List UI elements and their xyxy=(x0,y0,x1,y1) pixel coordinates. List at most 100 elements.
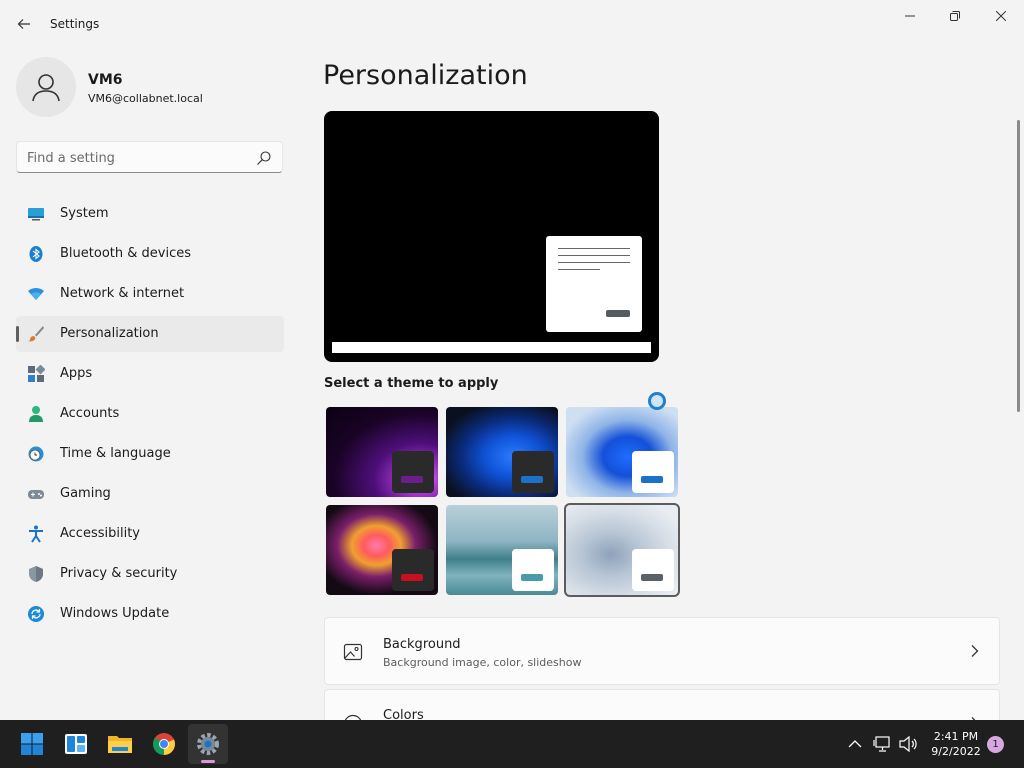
theme-glow[interactable] xyxy=(326,407,438,497)
themes-heading: Select a theme to apply xyxy=(324,376,499,391)
settings-window: Settings VM6 VM6@collabnet.local System … xyxy=(0,0,1024,720)
back-button[interactable] xyxy=(12,12,36,36)
close-icon xyxy=(996,11,1006,21)
taskbar-clock[interactable]: 2:41 PM 9/2/2022 xyxy=(926,729,986,759)
start-button[interactable] xyxy=(12,724,52,764)
accent-bar xyxy=(641,574,663,581)
theme-flow[interactable] xyxy=(564,503,680,597)
chevron-right-icon xyxy=(971,645,979,657)
sidebar-item-label: System xyxy=(60,206,109,221)
loading-spinner-icon xyxy=(648,392,666,410)
settings-icon xyxy=(197,733,219,755)
sidebar-item-label: Accessibility xyxy=(60,526,140,541)
sidebar-item-label: Time & language xyxy=(60,446,171,461)
theme-swatch xyxy=(632,549,674,591)
card-title: Colors xyxy=(383,708,424,720)
clock-date: 9/2/2022 xyxy=(931,745,981,758)
sidebar-item-apps[interactable]: Apps xyxy=(16,356,284,392)
theme-preview xyxy=(324,111,659,362)
theme-windows-light[interactable] xyxy=(566,407,678,497)
sidebar-item-gaming[interactable]: Gaming xyxy=(16,476,284,512)
sidebar-item-privacy[interactable]: Privacy & security xyxy=(16,556,284,592)
chrome-button[interactable] xyxy=(144,724,184,764)
theme-swatch xyxy=(632,451,674,493)
clock-time: 2:41 PM xyxy=(933,730,979,743)
notification-badge[interactable]: 1 xyxy=(987,736,1004,753)
preview-text-line xyxy=(558,255,630,256)
sidebar-item-network[interactable]: Network & internet xyxy=(16,276,284,312)
network-icon[interactable] xyxy=(873,734,893,754)
search-box[interactable] xyxy=(16,141,283,173)
sidebar-item-windows-update[interactable]: Windows Update xyxy=(16,596,284,632)
theme-captured-motion[interactable] xyxy=(326,505,438,595)
sidebar-item-time-language[interactable]: Time & language xyxy=(16,436,284,472)
chrome-icon xyxy=(152,733,175,755)
shield-icon xyxy=(29,566,43,582)
bluetooth-icon xyxy=(29,246,43,262)
user-name: VM6 xyxy=(88,72,123,88)
theme-windows-dark[interactable] xyxy=(446,407,558,497)
wifi-icon xyxy=(28,287,44,300)
preview-window xyxy=(546,236,642,332)
search-icon[interactable] xyxy=(256,150,272,166)
colors-setting-card[interactable]: Colors xyxy=(324,689,1000,720)
vertical-scrollbar[interactable] xyxy=(1017,120,1020,412)
sidebar-item-label: Bluetooth & devices xyxy=(60,246,191,261)
chevron-up-icon[interactable] xyxy=(845,734,865,754)
window-title: Settings xyxy=(50,17,100,31)
theme-swatch xyxy=(392,451,434,493)
page-title: Personalization xyxy=(323,60,528,91)
maximize-button[interactable] xyxy=(932,0,978,32)
accessibility-icon xyxy=(29,525,43,543)
sidebar-item-label: Apps xyxy=(60,366,93,381)
system-icon xyxy=(28,208,44,221)
person-icon xyxy=(32,74,60,102)
accent-bar xyxy=(521,574,543,581)
sidebar-item-system[interactable]: System xyxy=(16,196,284,232)
back-arrow-icon xyxy=(17,19,30,29)
theme-sunrise[interactable] xyxy=(446,505,558,595)
preview-taskbar xyxy=(332,342,651,353)
accent-bar xyxy=(521,476,543,483)
preview-text-line xyxy=(558,269,600,270)
taskbar: 2:41 PM 9/2/2022 xyxy=(0,720,1024,768)
picture-icon xyxy=(343,643,363,661)
windows-update-icon xyxy=(28,606,44,622)
card-subtitle: Background image, color, slideshow xyxy=(383,656,582,669)
selection-indicator xyxy=(16,326,19,342)
gamepad-icon xyxy=(28,490,44,499)
sidebar-item-label: Network & internet xyxy=(60,286,185,301)
start-icon xyxy=(21,733,43,755)
widgets-icon xyxy=(65,734,87,754)
theme-swatch xyxy=(392,549,434,591)
sidebar-item-label: Privacy & security xyxy=(60,566,178,581)
avatar[interactable] xyxy=(16,57,76,117)
close-button[interactable] xyxy=(978,0,1024,32)
sidebar-item-label: Personalization xyxy=(60,326,159,341)
background-setting-card[interactable]: Background Background image, color, slid… xyxy=(324,617,1000,685)
sidebar-item-label: Gaming xyxy=(60,486,111,501)
title-bar: Settings xyxy=(0,0,1024,48)
apps-icon xyxy=(28,365,45,382)
user-email: VM6@collabnet.local xyxy=(88,92,203,105)
widgets-button[interactable] xyxy=(56,724,96,764)
sidebar-item-label: Windows Update xyxy=(60,606,170,621)
sidebar-item-accessibility[interactable]: Accessibility xyxy=(16,516,284,552)
sidebar-item-accounts[interactable]: Accounts xyxy=(16,396,284,432)
preview-text-line xyxy=(558,262,630,263)
volume-icon[interactable] xyxy=(898,734,918,754)
minimize-button[interactable] xyxy=(887,0,933,32)
accent-bar xyxy=(401,574,423,581)
file-explorer-icon xyxy=(108,736,132,753)
sidebar-item-bluetooth[interactable]: Bluetooth & devices xyxy=(16,236,284,272)
theme-grid xyxy=(324,405,684,597)
theme-swatch xyxy=(512,451,554,493)
preview-button xyxy=(606,310,630,317)
minimize-icon xyxy=(905,15,915,17)
card-title: Background xyxy=(383,637,461,652)
settings-taskbar-button[interactable] xyxy=(188,724,228,764)
search-input[interactable] xyxy=(27,148,247,168)
sidebar-item-personalization[interactable]: Personalization xyxy=(16,316,284,352)
file-explorer-button[interactable] xyxy=(100,724,140,764)
accounts-icon xyxy=(29,406,43,422)
